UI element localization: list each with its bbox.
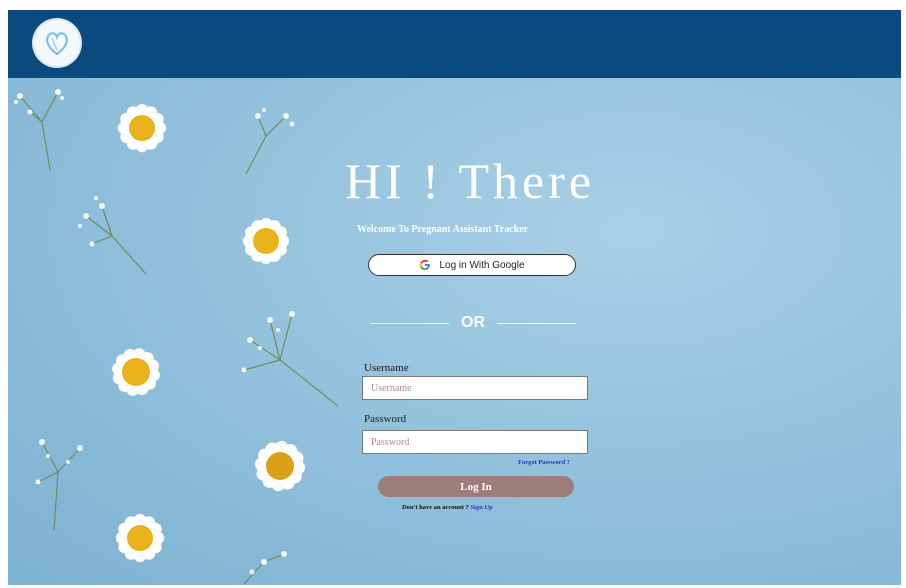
google-login-button[interactable]: Log in With Google: [368, 254, 576, 276]
sprig-decoration: [78, 196, 147, 275]
or-divider: OR: [370, 314, 576, 332]
app-frame: HI ! There Welcome To Pregnant Assistant…: [8, 10, 901, 585]
divider-line: [370, 322, 449, 324]
password-input[interactable]: [362, 430, 588, 454]
heart-logo-icon[interactable]: [34, 20, 80, 66]
username-input[interactable]: [362, 376, 588, 400]
sprig-decoration: [243, 551, 287, 585]
daisy-decoration: [242, 217, 290, 265]
forgot-password-link[interactable]: Forgot Password ?: [518, 459, 570, 466]
sprig-decoration: [241, 311, 339, 407]
login-button[interactable]: Log In: [378, 476, 574, 497]
google-login-label: Log in With Google: [439, 259, 525, 271]
signup-link[interactable]: Sign Up: [470, 504, 492, 511]
daisy-decoration: [115, 513, 165, 563]
no-account-text: Don't have an account ?: [402, 504, 469, 511]
signup-prompt: Don't have an account ? Sign Up: [402, 504, 493, 511]
page-subtitle: Welcome To Pregnant Assistant Tracker: [357, 224, 529, 235]
username-label: Username: [364, 362, 409, 374]
divider-line: [497, 322, 576, 324]
password-label: Password: [364, 413, 407, 425]
daisy-decoration: [254, 440, 306, 492]
daisy-decoration: [111, 347, 161, 397]
top-navbar: [8, 10, 901, 78]
sprig-decoration: [245, 108, 295, 175]
page-title: HI ! There: [345, 153, 596, 209]
sprig-decoration: [14, 89, 64, 171]
google-icon: [420, 259, 431, 270]
or-text: OR: [461, 314, 485, 331]
daisy-decoration: [117, 103, 167, 153]
sprig-decoration: [35, 439, 83, 531]
